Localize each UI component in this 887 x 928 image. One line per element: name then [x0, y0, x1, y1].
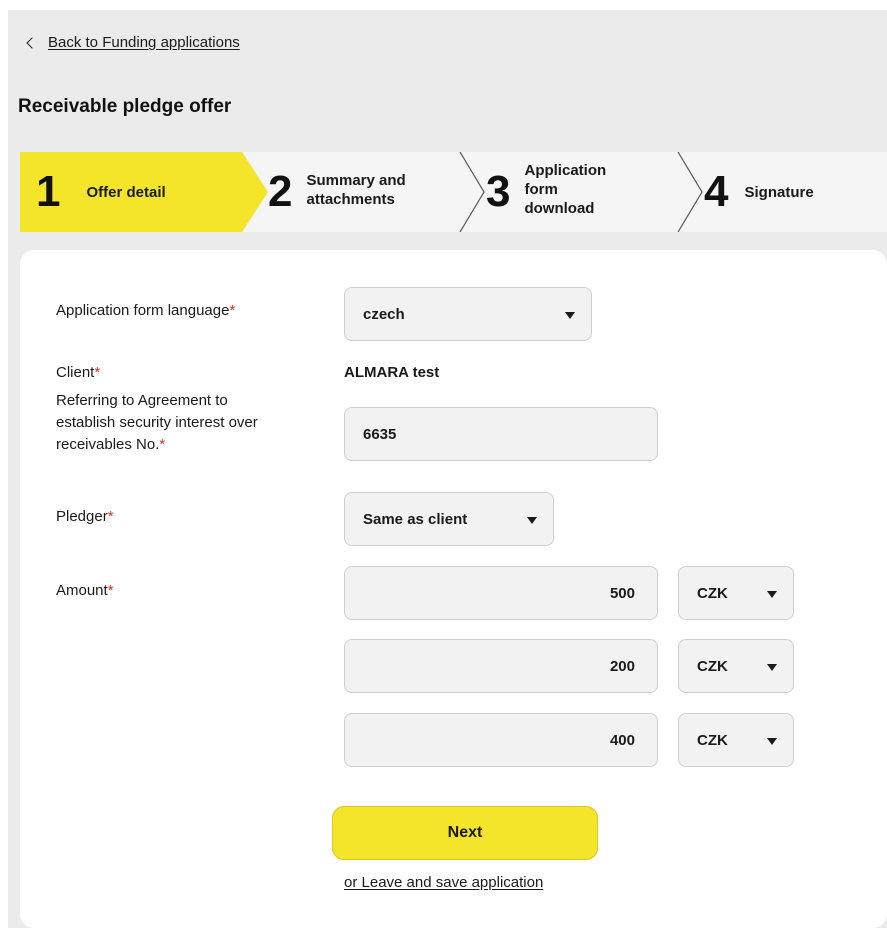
pledger-select-value: Same as client: [363, 510, 468, 528]
amount-input[interactable]: 400: [344, 713, 658, 767]
client-value: ALMARA test: [344, 364, 440, 381]
next-button[interactable]: Next: [332, 806, 598, 860]
caret-down-icon: [767, 664, 777, 671]
caret-down-icon: [767, 591, 777, 598]
back-link-label: Back to Funding applications: [48, 34, 240, 51]
required-mark: *: [229, 302, 236, 319]
amount-label: Amount*: [56, 582, 114, 599]
step-number: 3: [486, 167, 511, 216]
step-number: 2: [268, 167, 293, 216]
required-mark: *: [94, 364, 101, 381]
agreement-label: Referring to Agreement to establish secu…: [56, 392, 258, 453]
amount-input[interactable]: 200: [344, 639, 658, 693]
step-separator: [677, 152, 703, 232]
step-application-form-download[interactable]: 3 Application form download: [486, 152, 606, 232]
required-mark: *: [159, 436, 166, 453]
pledger-label: Pledger*: [56, 508, 114, 525]
step-number: 1: [36, 167, 61, 216]
step-summary-attachments[interactable]: 2 Summary and attachments: [268, 152, 406, 232]
caret-down-icon: [565, 312, 575, 319]
agreement-number-value: 6635: [363, 425, 397, 443]
pledger-select[interactable]: Same as client: [344, 492, 554, 546]
step-offer-detail[interactable]: 1 Offer detail: [36, 152, 166, 232]
currency-value: CZK: [697, 657, 728, 675]
step-label: Offer detail: [86, 183, 166, 201]
chevron-left-icon: [26, 37, 38, 49]
agreement-number-input[interactable]: 6635: [344, 407, 658, 461]
language-select[interactable]: czech: [344, 287, 592, 341]
currency-select[interactable]: CZK: [678, 713, 794, 767]
required-mark: *: [107, 582, 114, 599]
currency-value: CZK: [697, 731, 728, 749]
offer-detail-form: Application form language* czech Client*…: [20, 250, 887, 928]
required-mark: *: [107, 508, 114, 525]
page-title: Receivable pledge offer: [18, 96, 232, 117]
amount-value: 200: [609, 657, 635, 675]
step-label: Summary and attachments: [306, 172, 406, 208]
language-select-value: czech: [363, 305, 405, 323]
caret-down-icon: [527, 517, 537, 524]
step-signature[interactable]: 4 Signature: [704, 152, 814, 232]
leave-and-save-link[interactable]: or Leave and save application: [344, 874, 543, 891]
step-number: 4: [704, 167, 729, 216]
step-label: Application form download: [524, 161, 607, 217]
currency-select[interactable]: CZK: [678, 566, 794, 620]
currency-value: CZK: [697, 584, 728, 602]
amount-input[interactable]: 500: [344, 566, 658, 620]
amount-value: 500: [609, 584, 635, 602]
page-background: Back to Funding applications Receivable …: [8, 10, 887, 928]
amount-value: 400: [609, 731, 635, 749]
language-label: Application form language*: [56, 302, 236, 319]
back-link[interactable]: Back to Funding applications: [24, 34, 240, 51]
step-label: Signature: [744, 183, 814, 201]
step-separator: [459, 152, 485, 232]
stepper: 1 Offer detail 2 Summary and attachments…: [20, 152, 887, 232]
client-label: Client*: [56, 364, 101, 381]
caret-down-icon: [767, 738, 777, 745]
currency-select[interactable]: CZK: [678, 639, 794, 693]
